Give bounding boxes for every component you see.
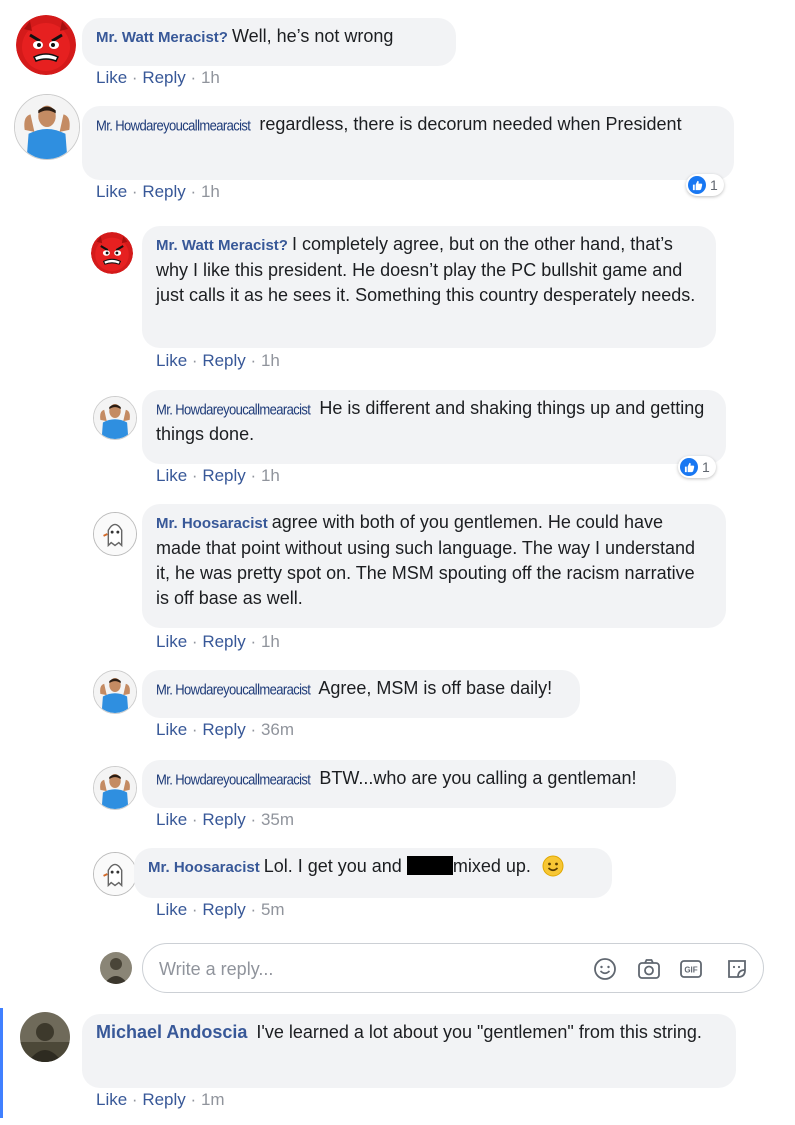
comment-bubble: Mr. Howdareyoucallmearacist BTW...who ar… bbox=[142, 760, 676, 808]
timestamp[interactable]: 36m bbox=[261, 720, 294, 739]
like-link[interactable]: Like bbox=[156, 351, 187, 370]
comment-thread: { "comments": [ {"author": "Mr. Watt Mer… bbox=[0, 0, 795, 1125]
camera-icon[interactable] bbox=[637, 957, 661, 981]
gif-icon[interactable]: GIF bbox=[679, 957, 703, 981]
current-user-avatar[interactable] bbox=[100, 952, 132, 984]
comment-text: Lol. I get you and bbox=[263, 856, 402, 876]
comment-author[interactable]: Mr. Howdareyoucallmearacist bbox=[156, 765, 311, 794]
comment-author[interactable]: Mr. Howdareyoucallmearacist bbox=[96, 111, 251, 140]
comment-author[interactable]: Mr. Watt Meracist? bbox=[156, 237, 288, 254]
timestamp[interactable]: 5m bbox=[261, 900, 285, 919]
avatar-red-devil[interactable] bbox=[91, 232, 133, 274]
avatar-cartoon-ghost[interactable] bbox=[93, 852, 137, 896]
timestamp[interactable]: 35m bbox=[261, 810, 294, 829]
comment-author[interactable]: Mr. Watt Meracist? bbox=[96, 29, 228, 46]
comment-text: Agree, MSM is off base daily! bbox=[318, 678, 553, 698]
reply-link[interactable]: Reply bbox=[202, 632, 245, 651]
new-comment-indicator bbox=[0, 1008, 3, 1118]
comment-actions: Like · Reply · 1h bbox=[156, 632, 280, 651]
like-link[interactable]: Like bbox=[96, 1090, 127, 1109]
comment-bubble: Michael Andoscia I've learned a lot abou… bbox=[82, 1014, 736, 1088]
like-link[interactable]: Like bbox=[96, 182, 127, 201]
timestamp[interactable]: 1h bbox=[201, 68, 220, 87]
smiley-emoji-icon bbox=[542, 855, 564, 877]
avatar-blue-shirt[interactable] bbox=[93, 766, 137, 810]
timestamp[interactable]: 1h bbox=[261, 351, 280, 370]
comment-actions: Like · Reply · 1m bbox=[96, 1090, 225, 1109]
avatar-cartoon-ghost[interactable] bbox=[93, 512, 137, 556]
comment-author[interactable]: Mr. Hoosaracist bbox=[156, 515, 268, 532]
timestamp[interactable]: 1h bbox=[201, 182, 220, 201]
avatar-blue-shirt[interactable] bbox=[93, 396, 137, 440]
reply-link[interactable]: Reply bbox=[202, 720, 245, 739]
avatar-photo[interactable] bbox=[20, 1012, 70, 1062]
reply-link[interactable]: Reply bbox=[202, 900, 245, 919]
redacted-name bbox=[406, 856, 453, 875]
timestamp[interactable]: 1h bbox=[261, 632, 280, 651]
emoji-icon[interactable] bbox=[593, 957, 617, 981]
comment-actions: Like · Reply · 36m bbox=[156, 720, 295, 739]
comment-actions: Like · Reply · 1h bbox=[96, 68, 220, 87]
like-link[interactable]: Like bbox=[156, 900, 187, 919]
comment-actions: Like · Reply · 35m bbox=[156, 810, 295, 829]
comment-text: Well, he’s not wrong bbox=[231, 26, 394, 46]
timestamp[interactable]: 1h bbox=[261, 466, 280, 485]
comment-text-end: mixed up. bbox=[452, 856, 531, 876]
reply-link[interactable]: Reply bbox=[142, 68, 185, 87]
comment-bubble: Mr. Watt Meracist? Well, he’s not wrong bbox=[82, 18, 456, 66]
avatar-blue-shirt[interactable] bbox=[93, 670, 137, 714]
comment-author[interactable]: Mr. Hoosaracist bbox=[148, 859, 260, 876]
reaction-count[interactable]: 1 bbox=[686, 174, 724, 196]
reply-link[interactable]: Reply bbox=[142, 182, 185, 201]
like-reaction-icon bbox=[688, 176, 706, 194]
comment-text: BTW...who are you calling a gentleman! bbox=[319, 768, 637, 788]
avatar-red-devil[interactable] bbox=[16, 15, 76, 75]
comment-author[interactable]: Mr. Howdareyoucallmearacist bbox=[156, 395, 311, 424]
comment-bubble: Mr. Hoosaracist agree with both of you ge… bbox=[142, 504, 726, 628]
comment-author[interactable]: Michael Andoscia bbox=[96, 1022, 247, 1042]
comment-text: I've learned a lot about you "gentlemen"… bbox=[256, 1022, 702, 1042]
avatar-blue-shirt[interactable] bbox=[14, 94, 80, 160]
comment-bubble: Mr. Howdareyoucallmearacist He is differ… bbox=[142, 390, 726, 464]
like-reaction-icon bbox=[680, 458, 698, 476]
reply-composer[interactable]: GIF bbox=[142, 943, 764, 993]
comment-bubble: Mr. Hoosaracist Lol. I get you and mixed … bbox=[134, 848, 612, 898]
comment-actions: Like · Reply · 1h bbox=[156, 466, 280, 485]
reply-link[interactable]: Reply bbox=[202, 466, 245, 485]
comment-text: regardless, there is decorum needed when… bbox=[259, 114, 682, 134]
sticker-icon[interactable] bbox=[725, 957, 749, 981]
comment-actions: Like · Reply · 5m bbox=[156, 900, 285, 919]
reply-input[interactable] bbox=[159, 954, 559, 984]
comment-author[interactable]: Mr. Howdareyoucallmearacist bbox=[156, 675, 311, 704]
like-link[interactable]: Like bbox=[156, 466, 187, 485]
comment-bubble: Mr. Watt Meracist? I completely agree, bu… bbox=[142, 226, 716, 348]
reply-link[interactable]: Reply bbox=[142, 1090, 185, 1109]
like-link[interactable]: Like bbox=[96, 68, 127, 87]
timestamp[interactable]: 1m bbox=[201, 1090, 225, 1109]
comment-bubble: Mr. Howdareyoucallmearacist Agree, MSM i… bbox=[142, 670, 580, 718]
svg-text:GIF: GIF bbox=[684, 966, 697, 975]
like-link[interactable]: Like bbox=[156, 632, 187, 651]
reply-link[interactable]: Reply bbox=[202, 810, 245, 829]
comment-bubble: Mr. Howdareyoucallmearacist regardless, … bbox=[82, 106, 734, 180]
like-link[interactable]: Like bbox=[156, 720, 187, 739]
comment-actions: Like · Reply · 1h bbox=[156, 351, 280, 370]
reply-link[interactable]: Reply bbox=[202, 351, 245, 370]
comment-actions: Like · Reply · 1h bbox=[96, 182, 220, 201]
like-link[interactable]: Like bbox=[156, 810, 187, 829]
reaction-count[interactable]: 1 bbox=[678, 456, 716, 478]
